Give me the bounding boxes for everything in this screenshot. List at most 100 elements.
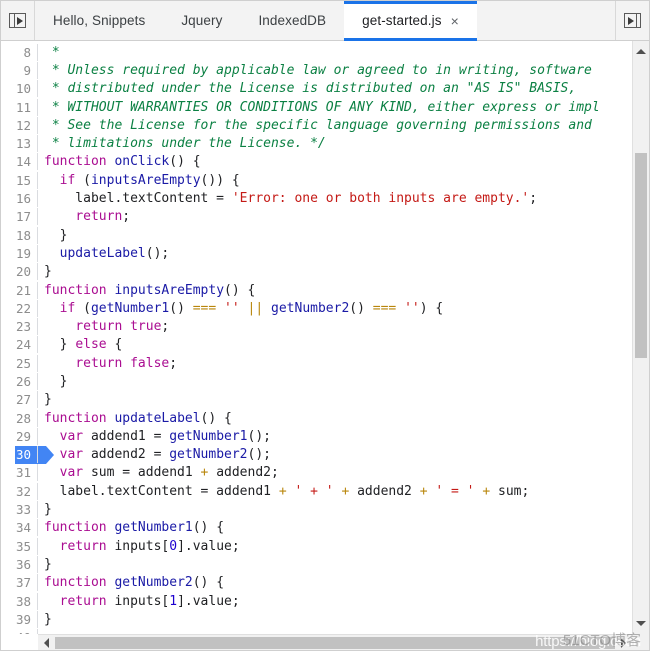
horizontal-scrollbar-thumb[interactable] [55, 637, 615, 649]
code-line-content[interactable]: * Unless required by applicable law or a… [38, 63, 632, 78]
code-line-content[interactable]: var addend2 = getNumber2(); [38, 447, 632, 462]
code-line[interactable]: 12 * See the License for the specific la… [1, 116, 632, 134]
line-number[interactable]: 34 [1, 519, 38, 537]
line-number[interactable]: 25 [1, 354, 38, 372]
line-number[interactable]: 8 [1, 43, 38, 61]
code-line-content[interactable]: function onClick() { [38, 154, 632, 169]
code-line-content[interactable]: if (inputsAreEmpty()) { [38, 173, 632, 188]
code-line[interactable]: 22 if (getNumber1() === '' || getNumber2… [1, 299, 632, 317]
line-number[interactable]: 28 [1, 409, 38, 427]
code-line[interactable]: 14 function onClick() { [1, 153, 632, 171]
line-number[interactable]: 19 [1, 244, 38, 262]
code-line[interactable]: 29 var addend1 = getNumber1(); [1, 427, 632, 445]
line-number[interactable]: 39 [1, 610, 38, 628]
code-line-content[interactable]: var sum = addend1 + addend2; [38, 465, 632, 480]
code-line[interactable]: 27} [1, 391, 632, 409]
line-number[interactable]: 26 [1, 372, 38, 390]
code-line[interactable]: 38 return inputs[1].value; [1, 592, 632, 610]
code-line-breakpoint[interactable]: 30 var addend2 = getNumber2(); [1, 445, 632, 464]
code-line[interactable]: 13 * limitations under the License. */ [1, 134, 632, 153]
code-line[interactable]: 19 updateLabel(); [1, 244, 632, 262]
code-line-content[interactable]: return inputs[0].value; [38, 539, 632, 554]
code-line-content[interactable]: if (getNumber1() === '' || getNumber2() … [38, 301, 632, 316]
line-number[interactable]: 31 [1, 464, 38, 482]
code-line[interactable]: 34 function getNumber1() { [1, 519, 632, 537]
code-line-content[interactable]: return false; [38, 356, 632, 371]
line-number[interactable]: 40 [1, 629, 38, 634]
code-line-content[interactable]: * WITHOUT WARRANTIES OR CONDITIONS OF AN… [38, 100, 632, 115]
scroll-left-button[interactable] [38, 635, 55, 650]
line-number[interactable]: 38 [1, 592, 38, 610]
line-number[interactable]: 14 [1, 153, 38, 171]
line-number[interactable]: 22 [1, 299, 38, 317]
code-line[interactable]: 18 } [1, 226, 632, 244]
code-line-content[interactable]: } [38, 612, 632, 627]
code-line-content[interactable]: function getNumber1() { [38, 520, 632, 535]
code-line[interactable]: 9 * Unless required by applicable law or… [1, 61, 632, 79]
vertical-scrollbar[interactable] [632, 41, 649, 634]
line-number[interactable]: 21 [1, 281, 38, 299]
code-line-content[interactable]: } else { [38, 337, 632, 352]
scroll-right-button[interactable] [615, 635, 632, 650]
code-line-content[interactable]: } [38, 392, 632, 407]
code-line-content[interactable]: return true; [38, 319, 632, 334]
line-number[interactable]: 23 [1, 318, 38, 336]
code-line-content[interactable]: function inputsAreEmpty() { [38, 283, 632, 298]
code-line[interactable]: 39} [1, 610, 632, 628]
code-line[interactable]: 10 * distributed under the License is di… [1, 80, 632, 98]
code-line-content[interactable]: function updateLabel() { [38, 411, 632, 426]
code-line[interactable]: 36} [1, 555, 632, 573]
line-number[interactable]: 27 [1, 391, 38, 409]
line-number[interactable]: 13 [1, 135, 38, 153]
line-number[interactable]: 33 [1, 501, 38, 519]
code-line[interactable]: 25 return false; [1, 354, 632, 372]
line-number[interactable]: 16 [1, 190, 38, 208]
code-line[interactable]: 16 label.textContent = 'Error: one or bo… [1, 189, 632, 208]
code-editor[interactable]: 8 * 9 * Unless required by applicable law… [1, 41, 649, 650]
code-line-content[interactable]: return; [38, 209, 632, 224]
code-line-content[interactable]: * limitations under the License. */ [38, 136, 632, 151]
code-line[interactable]: 37 function getNumber2() { [1, 574, 632, 592]
line-number[interactable]: 18 [1, 226, 38, 244]
code-line[interactable]: 20} [1, 263, 632, 281]
line-number[interactable]: 36 [1, 555, 38, 573]
tab-indexeddb[interactable]: IndexedDB [240, 1, 344, 40]
tab-close-icon[interactable]: × [451, 14, 459, 28]
code-line[interactable]: 35 return inputs[0].value; [1, 537, 632, 555]
line-number[interactable]: 12 [1, 116, 38, 134]
line-number[interactable]: 35 [1, 537, 38, 555]
line-number[interactable]: 9 [1, 61, 38, 79]
code-line-content[interactable]: * [38, 45, 632, 60]
code-line[interactable]: 15 if (inputsAreEmpty()) { [1, 171, 632, 189]
code-line-content[interactable]: } [38, 374, 632, 389]
code-line-content[interactable]: } [38, 228, 632, 243]
code-line[interactable]: 8 * [1, 43, 632, 61]
scroll-down-button[interactable] [633, 615, 649, 632]
code-line-content[interactable]: } [38, 557, 632, 572]
code-line-content[interactable]: function getNumber2() { [38, 575, 632, 590]
code-line[interactable]: 23 return true; [1, 317, 632, 336]
code-line-content[interactable]: } [38, 502, 632, 517]
code-line[interactable]: 11 * WITHOUT WARRANTIES OR CONDITIONS OF… [1, 98, 632, 116]
code-line[interactable]: 31 var sum = addend1 + addend2; [1, 464, 632, 482]
code-line[interactable]: 24 } else { [1, 336, 632, 354]
line-number[interactable]: 10 [1, 80, 38, 98]
show-drawer-button[interactable] [615, 1, 649, 40]
vertical-scrollbar-thumb[interactable] [635, 153, 647, 358]
line-number[interactable]: 37 [1, 574, 38, 592]
tab-get-started-js[interactable]: get-started.js × [344, 1, 477, 41]
code-line-content[interactable]: label.textContent = addend1 + ' + ' + ad… [38, 484, 632, 499]
code-line-content[interactable]: return inputs[1].value; [38, 594, 632, 609]
tab-hello-snippets[interactable]: Hello, Snippets [35, 1, 163, 40]
line-number[interactable]: 24 [1, 336, 38, 354]
code-line-content[interactable]: label.textContent = 'Error: one or both … [38, 191, 632, 206]
code-line[interactable]: 28 function updateLabel() { [1, 409, 632, 427]
line-number[interactable]: 29 [1, 427, 38, 445]
line-number[interactable]: 20 [1, 263, 38, 281]
line-number[interactable]: 30 [1, 446, 38, 464]
line-number[interactable]: 32 [1, 482, 38, 500]
code-line-content[interactable]: * See the License for the specific langu… [38, 118, 632, 133]
line-number[interactable]: 11 [1, 98, 38, 116]
code-line-content[interactable]: updateLabel(); [38, 246, 632, 261]
code-line-content[interactable]: } [38, 264, 632, 279]
